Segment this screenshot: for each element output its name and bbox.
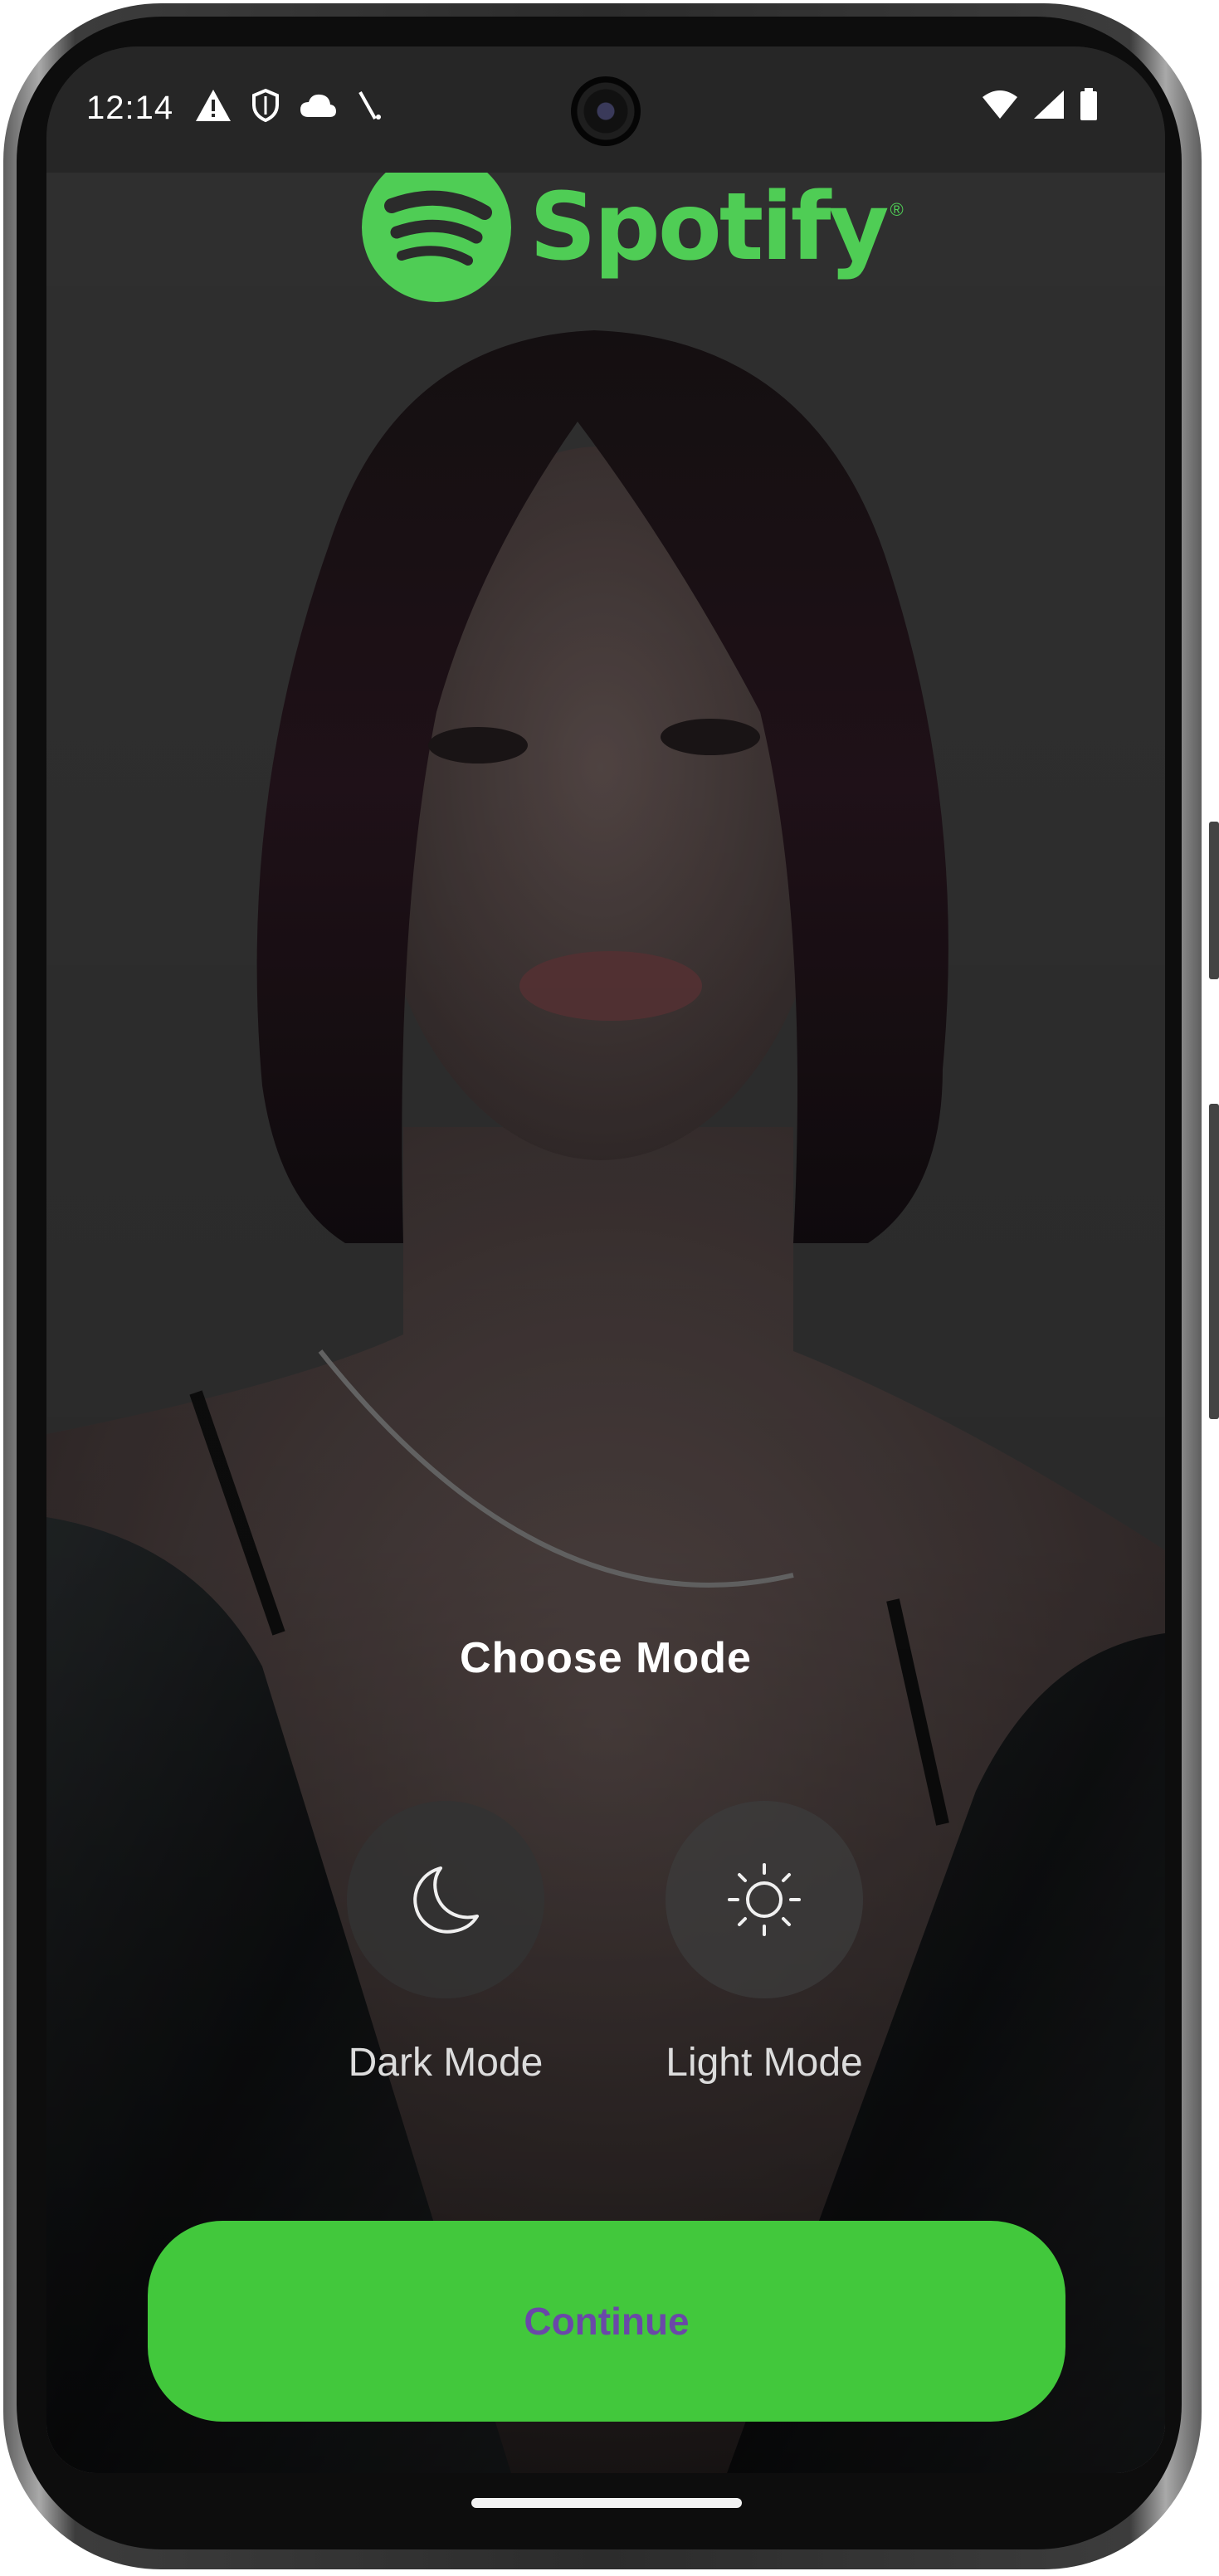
dark-mode-label: Dark Mode: [348, 2041, 544, 2085]
phone-device: Spotify ® Choose Mode Dark Mode Light Mo…: [0, 0, 1219, 2576]
light-mode-button[interactable]: [666, 1801, 863, 1998]
cellular-icon: [1034, 90, 1064, 119]
moon-icon: [413, 1866, 479, 1934]
battery-icon: [1080, 88, 1097, 120]
wifi-icon: [983, 90, 1017, 119]
signal-slash-icon: [358, 91, 381, 120]
spotify-icon: [362, 173, 511, 302]
screen: Spotify ® Choose Mode Dark Mode Light Mo…: [46, 46, 1165, 2473]
choose-mode-title: Choose Mode: [460, 1634, 752, 1682]
cloud-icon: [300, 94, 336, 117]
status-time: 12:14: [86, 90, 174, 126]
continue-button[interactable]: Continue: [148, 2221, 1065, 2422]
status-notification-icons: [194, 88, 383, 123]
spotify-logo: Spotify ®: [362, 173, 904, 302]
spotify-wordmark: Spotify: [529, 173, 889, 281]
dark-mode-button[interactable]: [347, 1801, 544, 1998]
home-indicator[interactable]: [471, 2498, 742, 2508]
shield-icon: [252, 88, 279, 123]
sun-icon: [728, 1863, 801, 1936]
mode-selection-screen: Spotify ® Choose Mode Dark Mode Light Mo…: [46, 173, 1165, 2473]
status-bar: 12:14: [46, 46, 1165, 173]
power-button: [1209, 822, 1219, 979]
volume-button: [1209, 1104, 1219, 1419]
status-system-icons: [981, 88, 1099, 121]
light-mode-label: Light Mode: [666, 2041, 863, 2085]
warning-icon: [196, 90, 231, 121]
registered-mark: ®: [890, 199, 904, 220]
background-artist-photo: [46, 173, 1165, 2473]
front-camera: [571, 76, 641, 146]
